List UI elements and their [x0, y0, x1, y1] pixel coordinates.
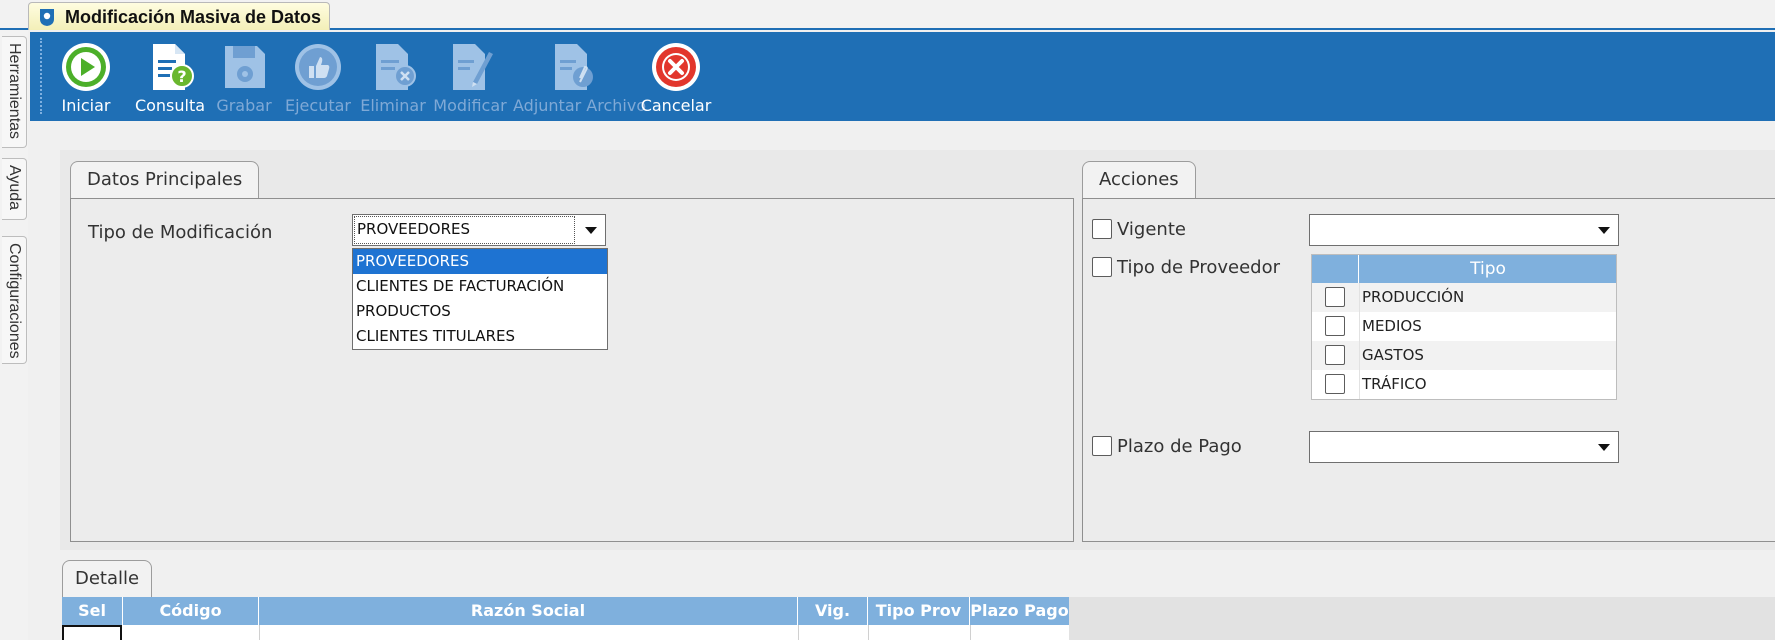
table-row[interactable]: MEDIOS — [1312, 312, 1616, 341]
tipo-modificacion-dropdown: PROVEEDORES CLIENTES DE FACTURACIÓN PROD… — [352, 248, 608, 350]
chevron-down-icon[interactable] — [1592, 217, 1616, 243]
table-row[interactable]: TRÁFICO — [1312, 370, 1616, 399]
document-tab-bar: Modificación Masiva de Datos — [0, 0, 1775, 30]
vigente-label: Vigente — [1117, 219, 1186, 240]
dropdown-option-productos[interactable]: PRODUCTOS — [353, 299, 607, 324]
tab-label: Acciones — [1099, 169, 1179, 190]
column-header-razon-social[interactable]: Razón Social — [259, 597, 798, 625]
side-tab-ayuda[interactable]: Ayuda — [2, 158, 27, 220]
thumbs-up-icon — [295, 44, 341, 90]
iniciar-button[interactable]: Iniciar — [52, 38, 120, 118]
delete-document-icon — [376, 44, 416, 90]
row-divider — [1359, 341, 1360, 370]
vigente-select[interactable] — [1309, 214, 1619, 246]
column-divider — [798, 625, 799, 640]
selected-cell[interactable] — [62, 625, 122, 640]
app-logo-icon — [40, 9, 54, 26]
side-tab-configuraciones[interactable]: Configuraciones — [2, 236, 27, 364]
vigente-checkbox[interactable] — [1092, 219, 1112, 239]
tipo-modificacion-select[interactable]: PROVEEDORES — [352, 214, 606, 246]
edit-document-icon — [453, 44, 493, 90]
ejecutar-label: Ejecutar — [285, 96, 351, 115]
tipo-proveedor-label: Tipo de Proveedor — [1117, 257, 1281, 278]
dropdown-option-clientes-facturacion[interactable]: CLIENTES DE FACTURACIÓN — [353, 274, 607, 299]
modificar-label: Modificar — [433, 96, 507, 115]
tipo-grid-header-tipo[interactable]: Tipo — [1360, 255, 1616, 283]
eliminar-label: Eliminar — [360, 96, 426, 115]
column-header-vig[interactable]: Vig. — [798, 597, 868, 625]
attach-document-icon — [555, 44, 593, 90]
column-divider — [868, 625, 869, 640]
tab-detalle[interactable]: Detalle — [62, 560, 153, 598]
side-tab-herramientas[interactable]: Herramientas — [2, 36, 27, 148]
dropdown-option-clientes-titulares[interactable]: CLIENTES TITULARES — [353, 324, 607, 349]
consulta-button[interactable]: ? Consulta — [134, 38, 206, 118]
tab-datos-principales[interactable]: Datos Principales — [70, 161, 260, 199]
grabar-button[interactable]: Grabar — [213, 38, 275, 118]
row-divider — [1359, 283, 1360, 312]
tab-acciones[interactable]: Acciones — [1082, 161, 1196, 199]
plazo-pago-label: Plazo de Pago — [1117, 436, 1242, 457]
modificar-button[interactable]: Modificar — [430, 38, 510, 118]
column-header-tipo-prov[interactable]: Tipo Prov — [868, 597, 970, 625]
tab-label: Datos Principales — [87, 169, 243, 190]
grabar-label: Grabar — [216, 96, 272, 115]
tipo-grid-header: Tipo — [1312, 255, 1616, 283]
tipo-checkbox-medios[interactable] — [1325, 316, 1345, 336]
tipo-checkbox-trafico[interactable] — [1325, 374, 1345, 394]
detalle-grid-header: Sel Código Razón Social Vig. Tipo Prov P… — [62, 597, 1069, 625]
focus-ring — [354, 216, 575, 244]
iniciar-label: Iniciar — [61, 96, 111, 115]
cancel-icon — [652, 43, 700, 91]
tipo-grid-header-select[interactable] — [1312, 255, 1359, 283]
dropdown-option-proveedores[interactable]: PROVEEDORES — [353, 249, 607, 274]
column-divider — [970, 625, 971, 640]
tipo-label-produccion: PRODUCCIÓN — [1362, 288, 1465, 306]
tipo-checkbox-produccion[interactable] — [1325, 287, 1345, 307]
svg-text:?: ? — [177, 67, 186, 86]
document-tab[interactable]: Modificación Masiva de Datos — [28, 2, 331, 30]
adjuntar-archivo-button[interactable]: Adjuntar Archivo — [513, 38, 647, 118]
tipo-label-medios: MEDIOS — [1362, 317, 1422, 335]
column-header-sel[interactable]: Sel — [62, 597, 123, 625]
tipo-proveedor-grid: Tipo PRODUCCIÓN MEDIOS GASTOS TRÁFICO — [1311, 254, 1617, 400]
tipo-modificacion-label: Tipo de Modificación — [88, 222, 273, 243]
cancelar-button[interactable]: Cancelar — [640, 38, 712, 118]
side-tab-label: Ayuda — [6, 165, 23, 211]
column-header-plazo-pago[interactable]: Plazo Pago — [970, 597, 1069, 625]
tipo-label-trafico: TRÁFICO — [1362, 375, 1427, 393]
side-tab-strip: Herramientas Ayuda Configuraciones — [0, 30, 28, 640]
adjuntar-archivo-label: Adjuntar Archivo — [513, 96, 647, 115]
column-divider — [259, 625, 260, 640]
tipo-checkbox-gastos[interactable] — [1325, 345, 1345, 365]
tab-label: Detalle — [75, 568, 140, 589]
plazo-pago-checkbox[interactable] — [1092, 436, 1112, 456]
detalle-grid-empty-area — [1069, 597, 1775, 640]
tipo-proveedor-checkbox[interactable] — [1092, 257, 1112, 277]
chevron-down-icon[interactable] — [1592, 434, 1616, 460]
row-divider — [1359, 370, 1360, 399]
query-document-icon: ? — [153, 44, 194, 90]
toolbar-grip[interactable] — [40, 38, 44, 114]
ejecutar-button[interactable]: Ejecutar — [282, 38, 354, 118]
table-row[interactable]: PRODUCCIÓN — [1312, 283, 1616, 312]
consulta-label: Consulta — [134, 96, 206, 115]
side-tab-label: Herramientas — [6, 43, 23, 140]
row-divider — [1359, 312, 1360, 341]
table-row[interactable]: GASTOS — [1312, 341, 1616, 370]
toolbar: Iniciar ? Consulta Grabar Ejecutar Elimi… — [30, 32, 1775, 121]
plazo-pago-select[interactable] — [1309, 431, 1619, 463]
detalle-grid-body — [62, 625, 1069, 640]
cancelar-label: Cancelar — [640, 96, 712, 115]
eliminar-button[interactable]: Eliminar — [360, 38, 426, 118]
save-disk-icon — [225, 46, 265, 88]
side-tab-label: Configuraciones — [6, 243, 23, 359]
chevron-down-icon[interactable] — [579, 217, 603, 243]
column-header-codigo[interactable]: Código — [123, 597, 259, 625]
document-tab-title: Modificación Masiva de Datos — [65, 7, 322, 27]
play-icon — [62, 43, 110, 91]
tipo-label-gastos: GASTOS — [1362, 346, 1424, 364]
